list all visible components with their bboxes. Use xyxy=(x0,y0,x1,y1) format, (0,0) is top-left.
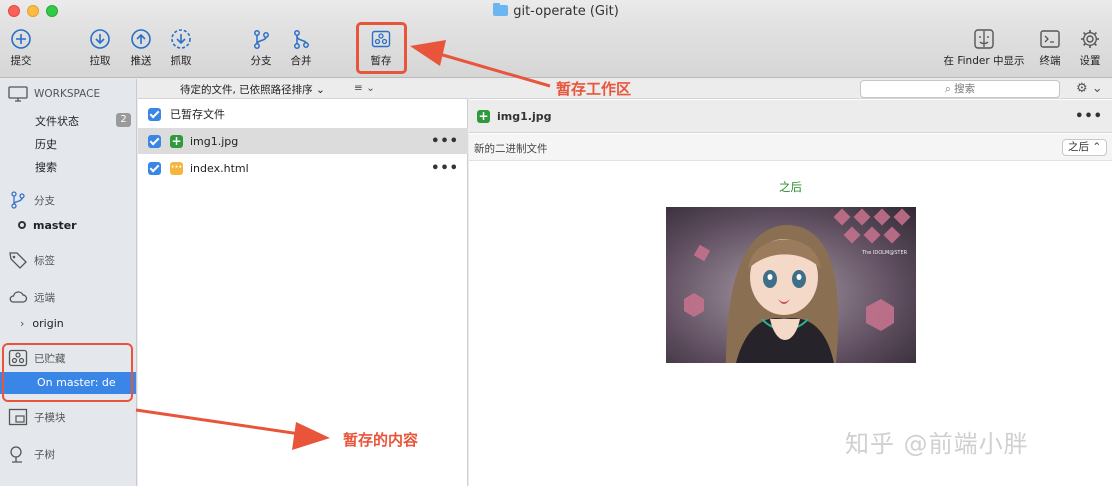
finder-icon xyxy=(974,29,994,49)
branches-heading: 分支 xyxy=(34,194,55,207)
sidebar-item-history[interactable]: 历史 xyxy=(35,136,57,152)
file-checkbox[interactable] xyxy=(148,134,161,148)
subtrees-heading: 子树 xyxy=(34,448,55,461)
title-bar: git-operate (Git) xyxy=(0,0,1112,24)
merge-icon xyxy=(294,30,309,49)
after-image-label: 之后 xyxy=(779,180,802,194)
toolbar: 提交 拉取 推送 抓取 分支 合并 暂存 在 Finder 中显示 终端 设置 xyxy=(0,24,1112,78)
plus-circle-icon xyxy=(11,29,31,49)
stash-workspace-annotation: 暂存工作区 xyxy=(556,80,632,98)
terminal-icon xyxy=(1040,30,1060,48)
window-title: git-operate (Git) xyxy=(0,3,1112,19)
after-select-value: 之后 xyxy=(1068,141,1089,153)
gear-icon xyxy=(1081,30,1099,48)
sidebar-section-submodules[interactable]: 子模块 xyxy=(8,408,66,426)
origin-label: origin xyxy=(32,317,64,330)
merge-label: 合并 xyxy=(290,55,312,67)
diff-file-header: + img1.jpg ••• xyxy=(469,100,1112,133)
sidebar-section-tags[interactable]: 标签 xyxy=(8,251,55,269)
workspace-heading: WORKSPACE xyxy=(34,88,101,100)
after-select[interactable]: 之后 ⌃ xyxy=(1062,139,1107,156)
image-preview: The IDOLM@STER xyxy=(666,207,916,363)
file-name: index.html xyxy=(190,161,249,175)
file-checkbox[interactable] xyxy=(148,161,161,175)
file-row[interactable]: + img1.jpg ••• xyxy=(138,128,468,154)
anime-illustration-image: The IDOLM@STER xyxy=(666,207,916,363)
stash-content-annotation: 暂存的内容 xyxy=(343,431,419,449)
subtree-icon xyxy=(10,446,22,463)
watermark: 知乎 @前端小胖 xyxy=(845,430,1029,458)
arrow-up-circle-icon xyxy=(131,29,151,49)
file-list-header: 待定的文件, 已依照路径排序 ⌄ ≡ ⌄ xyxy=(138,79,468,99)
merge-button[interactable]: 合并 xyxy=(276,28,326,68)
sidebar-item-origin[interactable]: › origin xyxy=(20,317,64,330)
stash-list-highlight xyxy=(2,343,133,402)
staged-files-header[interactable]: 已暂存文件 xyxy=(138,101,468,127)
image-caption: The IDOLM@STER xyxy=(861,250,908,256)
remotes-heading: 远端 xyxy=(34,291,55,304)
submodule-icon xyxy=(8,408,28,426)
sidebar-section-workspace: WORKSPACE xyxy=(8,86,100,102)
fetch-button[interactable]: 抓取 xyxy=(156,28,206,68)
staged-all-checkbox[interactable] xyxy=(148,107,161,121)
settings-label: 设置 xyxy=(1079,55,1101,67)
current-branch-dot-icon xyxy=(18,221,26,229)
sidebar-section-remotes[interactable]: 远端 xyxy=(8,289,55,305)
search-input[interactable]: ⌕ 搜索 xyxy=(860,80,1060,98)
more-options-icon[interactable]: ••• xyxy=(431,161,459,176)
branch-icon xyxy=(11,191,25,209)
submodules-heading: 子模块 xyxy=(34,411,66,424)
file-status-count-badge: 2 xyxy=(116,113,131,127)
cloud-icon xyxy=(9,291,28,303)
gear-icon[interactable]: ⚙ ⌄ xyxy=(1076,81,1103,96)
fetch-label: 抓取 xyxy=(170,55,192,67)
commit-button[interactable]: 提交 xyxy=(0,28,46,68)
fetch-circle-icon xyxy=(171,29,191,49)
branch-icon xyxy=(254,30,269,49)
diff-file-name: img1.jpg xyxy=(497,109,552,123)
added-status-icon: + xyxy=(170,133,183,148)
binary-file-label: 新的二进制文件 xyxy=(474,143,548,155)
binary-file-bar: 新的二进制文件 之后 ⌃ xyxy=(469,134,1112,161)
sidebar-section-subtrees[interactable]: 子树 xyxy=(8,445,55,463)
sidebar-item-master[interactable]: master xyxy=(18,219,77,232)
show-in-finder-label: 在 Finder 中显示 xyxy=(943,55,1025,67)
master-label: master xyxy=(33,219,77,232)
tags-heading: 标签 xyxy=(34,254,55,267)
sidebar-item-file-status[interactable]: 文件状态 xyxy=(35,113,79,129)
folder-icon xyxy=(493,3,509,16)
file-name: img1.jpg xyxy=(190,134,239,148)
more-options-icon[interactable]: ••• xyxy=(431,134,459,149)
window-title-text: git-operate (Git) xyxy=(513,4,619,19)
settings-button[interactable]: 设置 xyxy=(1065,28,1112,68)
stepper-icon: ⌃ xyxy=(1092,141,1102,153)
added-status-icon: + xyxy=(477,108,490,123)
arrow-down-circle-icon xyxy=(90,29,110,49)
modified-status-icon: ··· xyxy=(170,161,183,175)
chevron-right-icon: › xyxy=(20,317,25,330)
show-in-finder-button[interactable]: 在 Finder 中显示 xyxy=(938,28,1030,68)
tag-icon xyxy=(9,252,27,269)
monitor-icon xyxy=(8,86,28,102)
sidebar-item-search[interactable]: 搜索 xyxy=(35,159,57,175)
list-view-icon[interactable]: ≡ ⌄ xyxy=(354,82,375,94)
sidebar-section-branches[interactable]: 分支 xyxy=(8,191,55,209)
file-list-pane: 待定的文件, 已依照路径排序 ⌄ ≡ ⌄ 已暂存文件 + img1.jpg ••… xyxy=(138,79,468,486)
search-placeholder: 搜索 xyxy=(954,83,976,95)
more-options-icon[interactable]: ••• xyxy=(1075,109,1103,124)
file-row[interactable]: ··· index.html ••• xyxy=(138,155,468,181)
search-icon: ⌕ xyxy=(944,83,951,95)
sort-dropdown[interactable]: 待定的文件, 已依照路径排序 ⌄ xyxy=(180,82,325,97)
stash-button-highlight xyxy=(356,22,407,74)
staged-files-label: 已暂存文件 xyxy=(170,108,225,121)
commit-label: 提交 xyxy=(10,55,32,67)
sidebar: WORKSPACE 文件状态 2 历史 搜索 分支 master 标签 远端 ›… xyxy=(0,79,137,486)
sourcetree-window: git-operate (Git) 提交 拉取 推送 抓取 分支 合并 暂存 在… xyxy=(0,0,1112,486)
